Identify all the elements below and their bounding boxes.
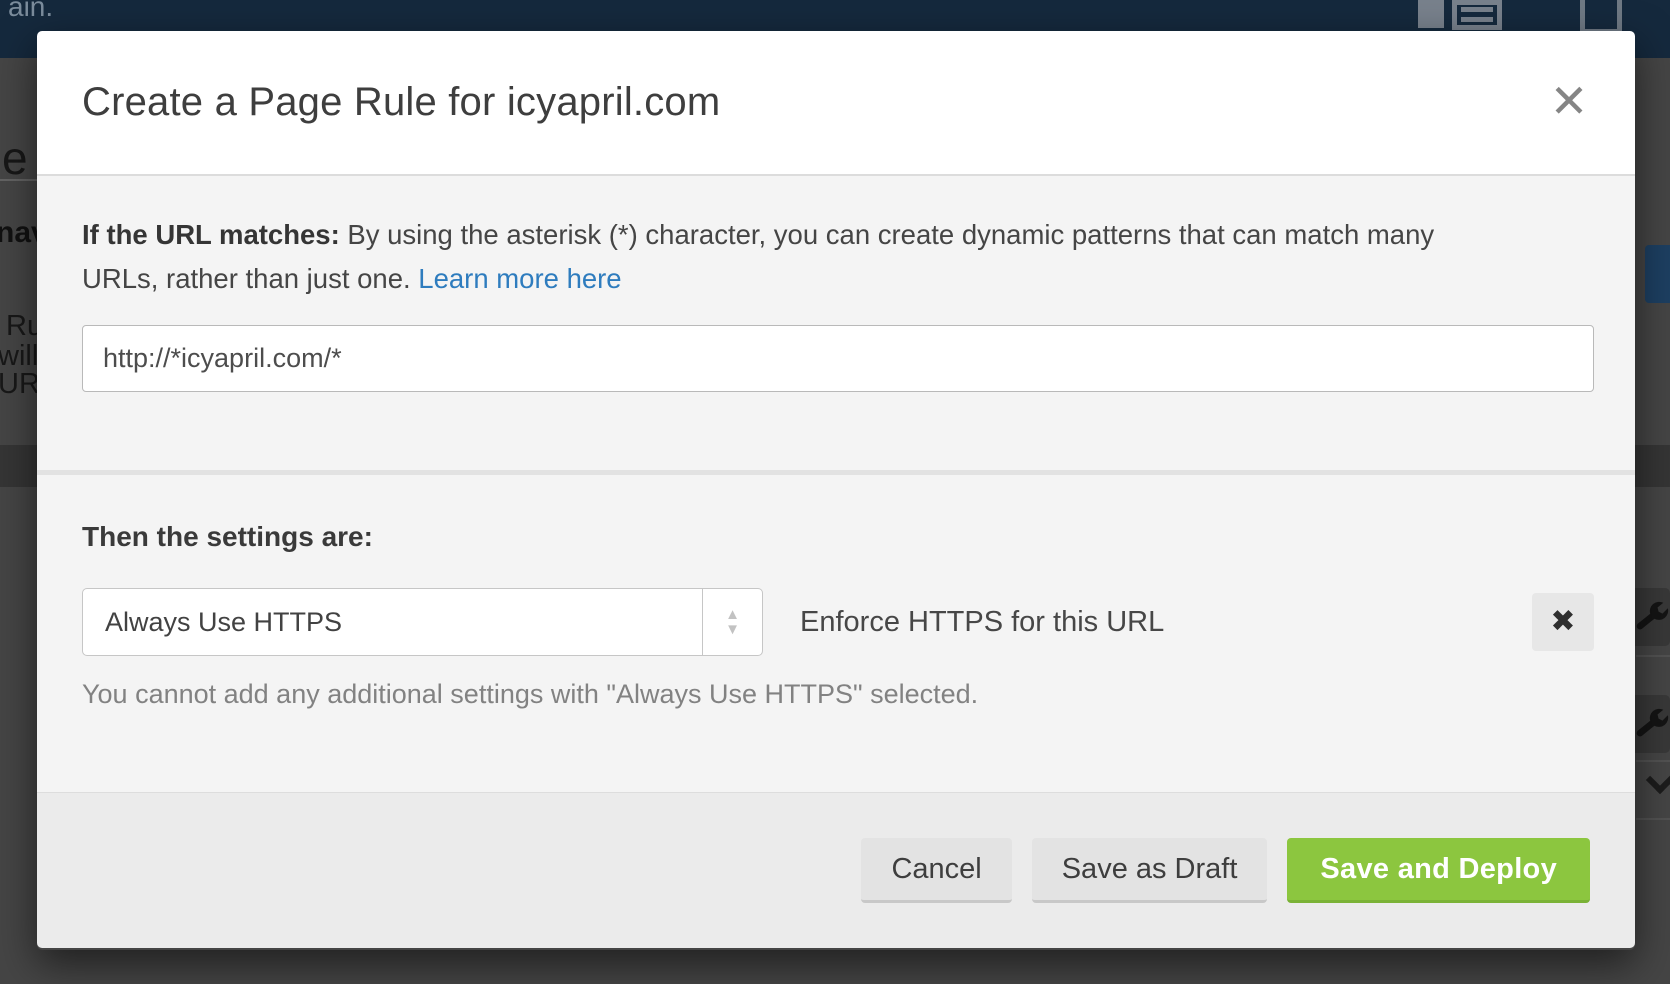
modal-title: Create a Page Rule for icyapril.com <box>82 80 720 125</box>
wrench-icon <box>1632 704 1670 744</box>
spinner-down-icon: ▼ <box>725 623 740 636</box>
save-and-deploy-button[interactable]: Save and Deploy <box>1287 838 1590 903</box>
background-row-divider <box>1636 655 1670 657</box>
close-button[interactable]: ✕ <box>1541 73 1597 129</box>
save-as-draft-button[interactable]: Save as Draft <box>1032 838 1268 903</box>
create-page-rule-modal: Create a Page Rule for icyapril.com ✕ If… <box>37 31 1635 950</box>
modal-footer: Cancel Save as Draft Save and Deploy <box>37 792 1635 948</box>
settings-heading: Then the settings are: <box>82 475 1594 553</box>
url-match-label: If the URL matches: <box>82 219 340 250</box>
close-icon: ✕ <box>1550 75 1589 127</box>
url-match-section: If the URL matches: By using the asteris… <box>37 176 1635 470</box>
apps-icon <box>1418 0 1444 28</box>
page-background: ain. e nav Ru will UR Create a Page Rule… <box>0 0 1670 984</box>
wrench-icon <box>1632 597 1670 637</box>
setting-description: Enforce HTTPS for this URL <box>800 606 1164 639</box>
cancel-button[interactable]: Cancel <box>861 838 1011 903</box>
background-divider <box>0 179 37 181</box>
url-match-description: If the URL matches: By using the asteris… <box>82 176 1512 301</box>
remove-icon: ✖ <box>1550 605 1575 638</box>
background-heading-fragment: e <box>2 131 28 185</box>
select-spinner-icon: ▲ ▼ <box>702 589 762 655</box>
setting-note: You cannot add any additional settings w… <box>82 679 1594 710</box>
background-domain-text-fragment: ain. <box>8 0 53 23</box>
background-text-fragment: UR <box>0 368 40 401</box>
background-row-divider <box>1636 760 1670 762</box>
modal-header: Create a Page Rule for icyapril.com ✕ <box>37 31 1635 176</box>
background-row-divider <box>1636 818 1670 820</box>
setting-select[interactable]: Always Use HTTPS ▲ ▼ <box>82 588 763 656</box>
remove-setting-button[interactable]: ✖ <box>1532 593 1594 651</box>
learn-more-link[interactable]: Learn more here <box>418 263 621 294</box>
list-icon <box>1452 0 1502 30</box>
setting-row: Always Use HTTPS ▲ ▼ Enforce HTTPS for t… <box>82 588 1594 656</box>
spinner-up-icon: ▲ <box>725 608 740 621</box>
url-pattern-input[interactable] <box>82 325 1594 392</box>
background-blue-button-fragment <box>1645 245 1670 303</box>
chevron-down-icon <box>1648 770 1670 792</box>
window-icon <box>1580 0 1622 34</box>
setting-select-value: Always Use HTTPS <box>105 607 342 638</box>
settings-section: Then the settings are: Always Use HTTPS … <box>37 475 1635 792</box>
